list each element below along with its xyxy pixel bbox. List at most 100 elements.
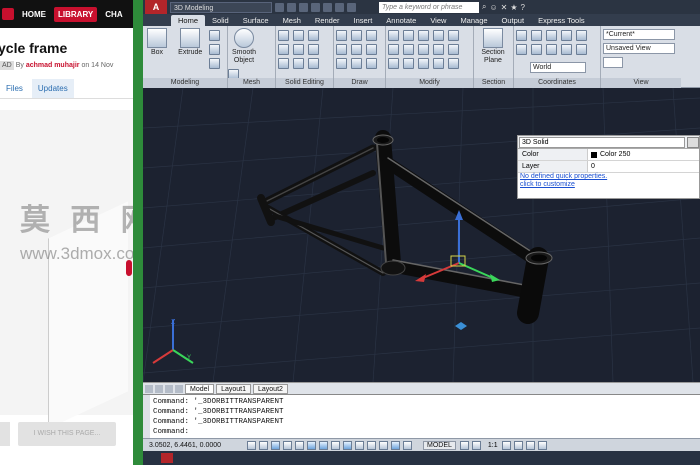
selection-cycling-icon[interactable] [403,440,412,450]
tab-manage[interactable]: Manage [453,15,494,26]
lock-icon[interactable] [525,440,535,450]
object-snap-icon[interactable] [307,440,316,450]
rotate3d-icon[interactable] [403,30,414,41]
move-icon[interactable] [388,30,399,41]
3d-object-snap-icon[interactable] [319,440,328,450]
new-icon[interactable] [275,2,284,12]
revolve-icon[interactable] [209,58,221,69]
scale-icon[interactable] [403,58,414,69]
tab-view[interactable]: View [423,15,453,26]
snap-mode-icon[interactable] [259,440,268,450]
spline-icon[interactable] [351,44,362,55]
search-icon[interactable]: ⌕ [482,2,486,12]
tab-output[interactable]: Output [495,15,532,26]
ucs-z-icon[interactable] [576,44,587,55]
arc-icon[interactable] [351,30,362,41]
favorites-icon[interactable]: ★ [510,3,517,12]
command-window[interactable]: Command: '_3DORBITTRANSPARENT Command: '… [143,394,700,439]
extract-edges-icon[interactable] [278,58,289,69]
join-icon[interactable] [433,58,444,69]
section-plane-button[interactable]: Section Plane [476,28,510,65]
dynamic-ucs-icon[interactable] [343,440,352,450]
tab-insert[interactable]: Insert [347,15,380,26]
first-layout-icon[interactable] [145,384,153,393]
undo-icon[interactable] [323,2,332,12]
model-space-canvas[interactable]: Z Y [143,88,700,382]
rectangle-icon[interactable] [351,58,362,69]
infer-constraints-icon[interactable] [247,440,256,450]
tab-files[interactable]: Files [0,79,29,98]
model-space-toggle[interactable]: MODEL [423,440,456,450]
object-snap-tracking-icon[interactable] [331,440,340,450]
tab-updates[interactable]: Updates [31,79,74,98]
no-quick-properties-link[interactable]: No defined quick properties. [518,173,699,181]
tab-home[interactable]: Home [171,15,206,26]
union-icon[interactable] [278,30,289,41]
tab-solid[interactable]: Solid [205,15,236,26]
imprint-icon[interactable] [308,44,319,55]
quick-properties-icon[interactable] [391,440,400,450]
saveas-icon[interactable] [311,2,320,12]
quick-view-layouts-icon[interactable] [459,440,469,450]
next-layout-icon[interactable] [165,384,173,393]
trim-icon[interactable] [448,30,459,41]
user-icon[interactable]: ☺ [489,3,497,12]
tab-model[interactable]: Model [185,383,215,394]
help-search-input[interactable]: Type a keyword or phrase [379,1,479,13]
extrude-button[interactable]: Extrude [175,28,205,57]
ucs-world-dropdown[interactable]: World [530,62,586,73]
ucs-3point-icon[interactable] [561,30,572,41]
nav-library[interactable]: LIBRARY [54,6,98,22]
annotation-visibility-icon[interactable] [501,440,511,450]
wish-button[interactable]: I WISH THIS PAGE... [18,422,116,446]
object-type-dropdown[interactable]: 3D Solid [519,136,685,148]
coordinate-readout[interactable]: 3.0502, 6.4461, 0.0000 [143,442,247,449]
grid-display-icon[interactable] [271,440,280,450]
loft-icon[interactable] [209,30,221,41]
tab-layout1[interactable]: Layout1 [216,383,251,394]
ucs-y-icon[interactable] [561,44,572,55]
visual-style-dropdown[interactable]: *Current* [603,29,675,40]
ucs-world-icon[interactable] [531,30,542,41]
polyline-icon[interactable] [336,30,347,41]
prev-layout-icon[interactable] [155,384,163,393]
tab-render[interactable]: Render [308,15,347,26]
mirror-icon[interactable] [388,44,399,55]
workspace-dropdown[interactable]: 3D Modeling [170,1,272,13]
ucs-icon[interactable] [516,30,527,41]
tab-surface[interactable]: Surface [236,15,276,26]
polygon-icon[interactable] [336,58,347,69]
subtract-icon[interactable] [293,30,304,41]
quick-view-drawings-icon[interactable] [471,440,481,450]
line-icon[interactable] [336,44,347,55]
workspace-switching-icon[interactable] [513,440,523,450]
help-icon[interactable]: ? [521,3,525,12]
ucs-object-icon[interactable] [531,44,542,55]
slice-icon[interactable] [278,44,289,55]
sweep-icon[interactable] [209,44,221,55]
exchange-icon[interactable]: ✕ [501,3,508,12]
array-icon[interactable] [388,58,399,69]
author-link[interactable]: achmad muhajir [26,62,80,69]
interfere-icon[interactable] [308,58,319,69]
stretch-icon[interactable] [403,44,414,55]
transparency-icon[interactable] [379,440,388,450]
nav-challenges[interactable]: CHA [101,7,126,22]
ellipse-icon[interactable] [366,44,377,55]
autocad-taskbar-icon[interactable] [161,453,173,463]
redo-icon[interactable] [335,2,344,12]
lineweight-icon[interactable] [367,440,376,450]
viewport-config-dropdown[interactable] [603,57,623,68]
nav-home[interactable]: HOME [18,7,50,22]
ucs-x-icon[interactable] [576,30,587,41]
dynamic-input-icon[interactable] [355,440,364,450]
command-window-grip[interactable] [143,395,150,439]
layer-value[interactable]: 0 [588,161,595,172]
like-button[interactable] [0,422,10,446]
isolate-objects-icon[interactable] [537,440,547,450]
save-icon[interactable] [299,2,308,12]
tab-express-tools[interactable]: Express Tools [531,15,592,26]
command-prompt[interactable]: Command: [153,427,700,437]
color-value[interactable]: Color 250 [588,149,630,160]
ucs-face-icon[interactable] [516,44,527,55]
